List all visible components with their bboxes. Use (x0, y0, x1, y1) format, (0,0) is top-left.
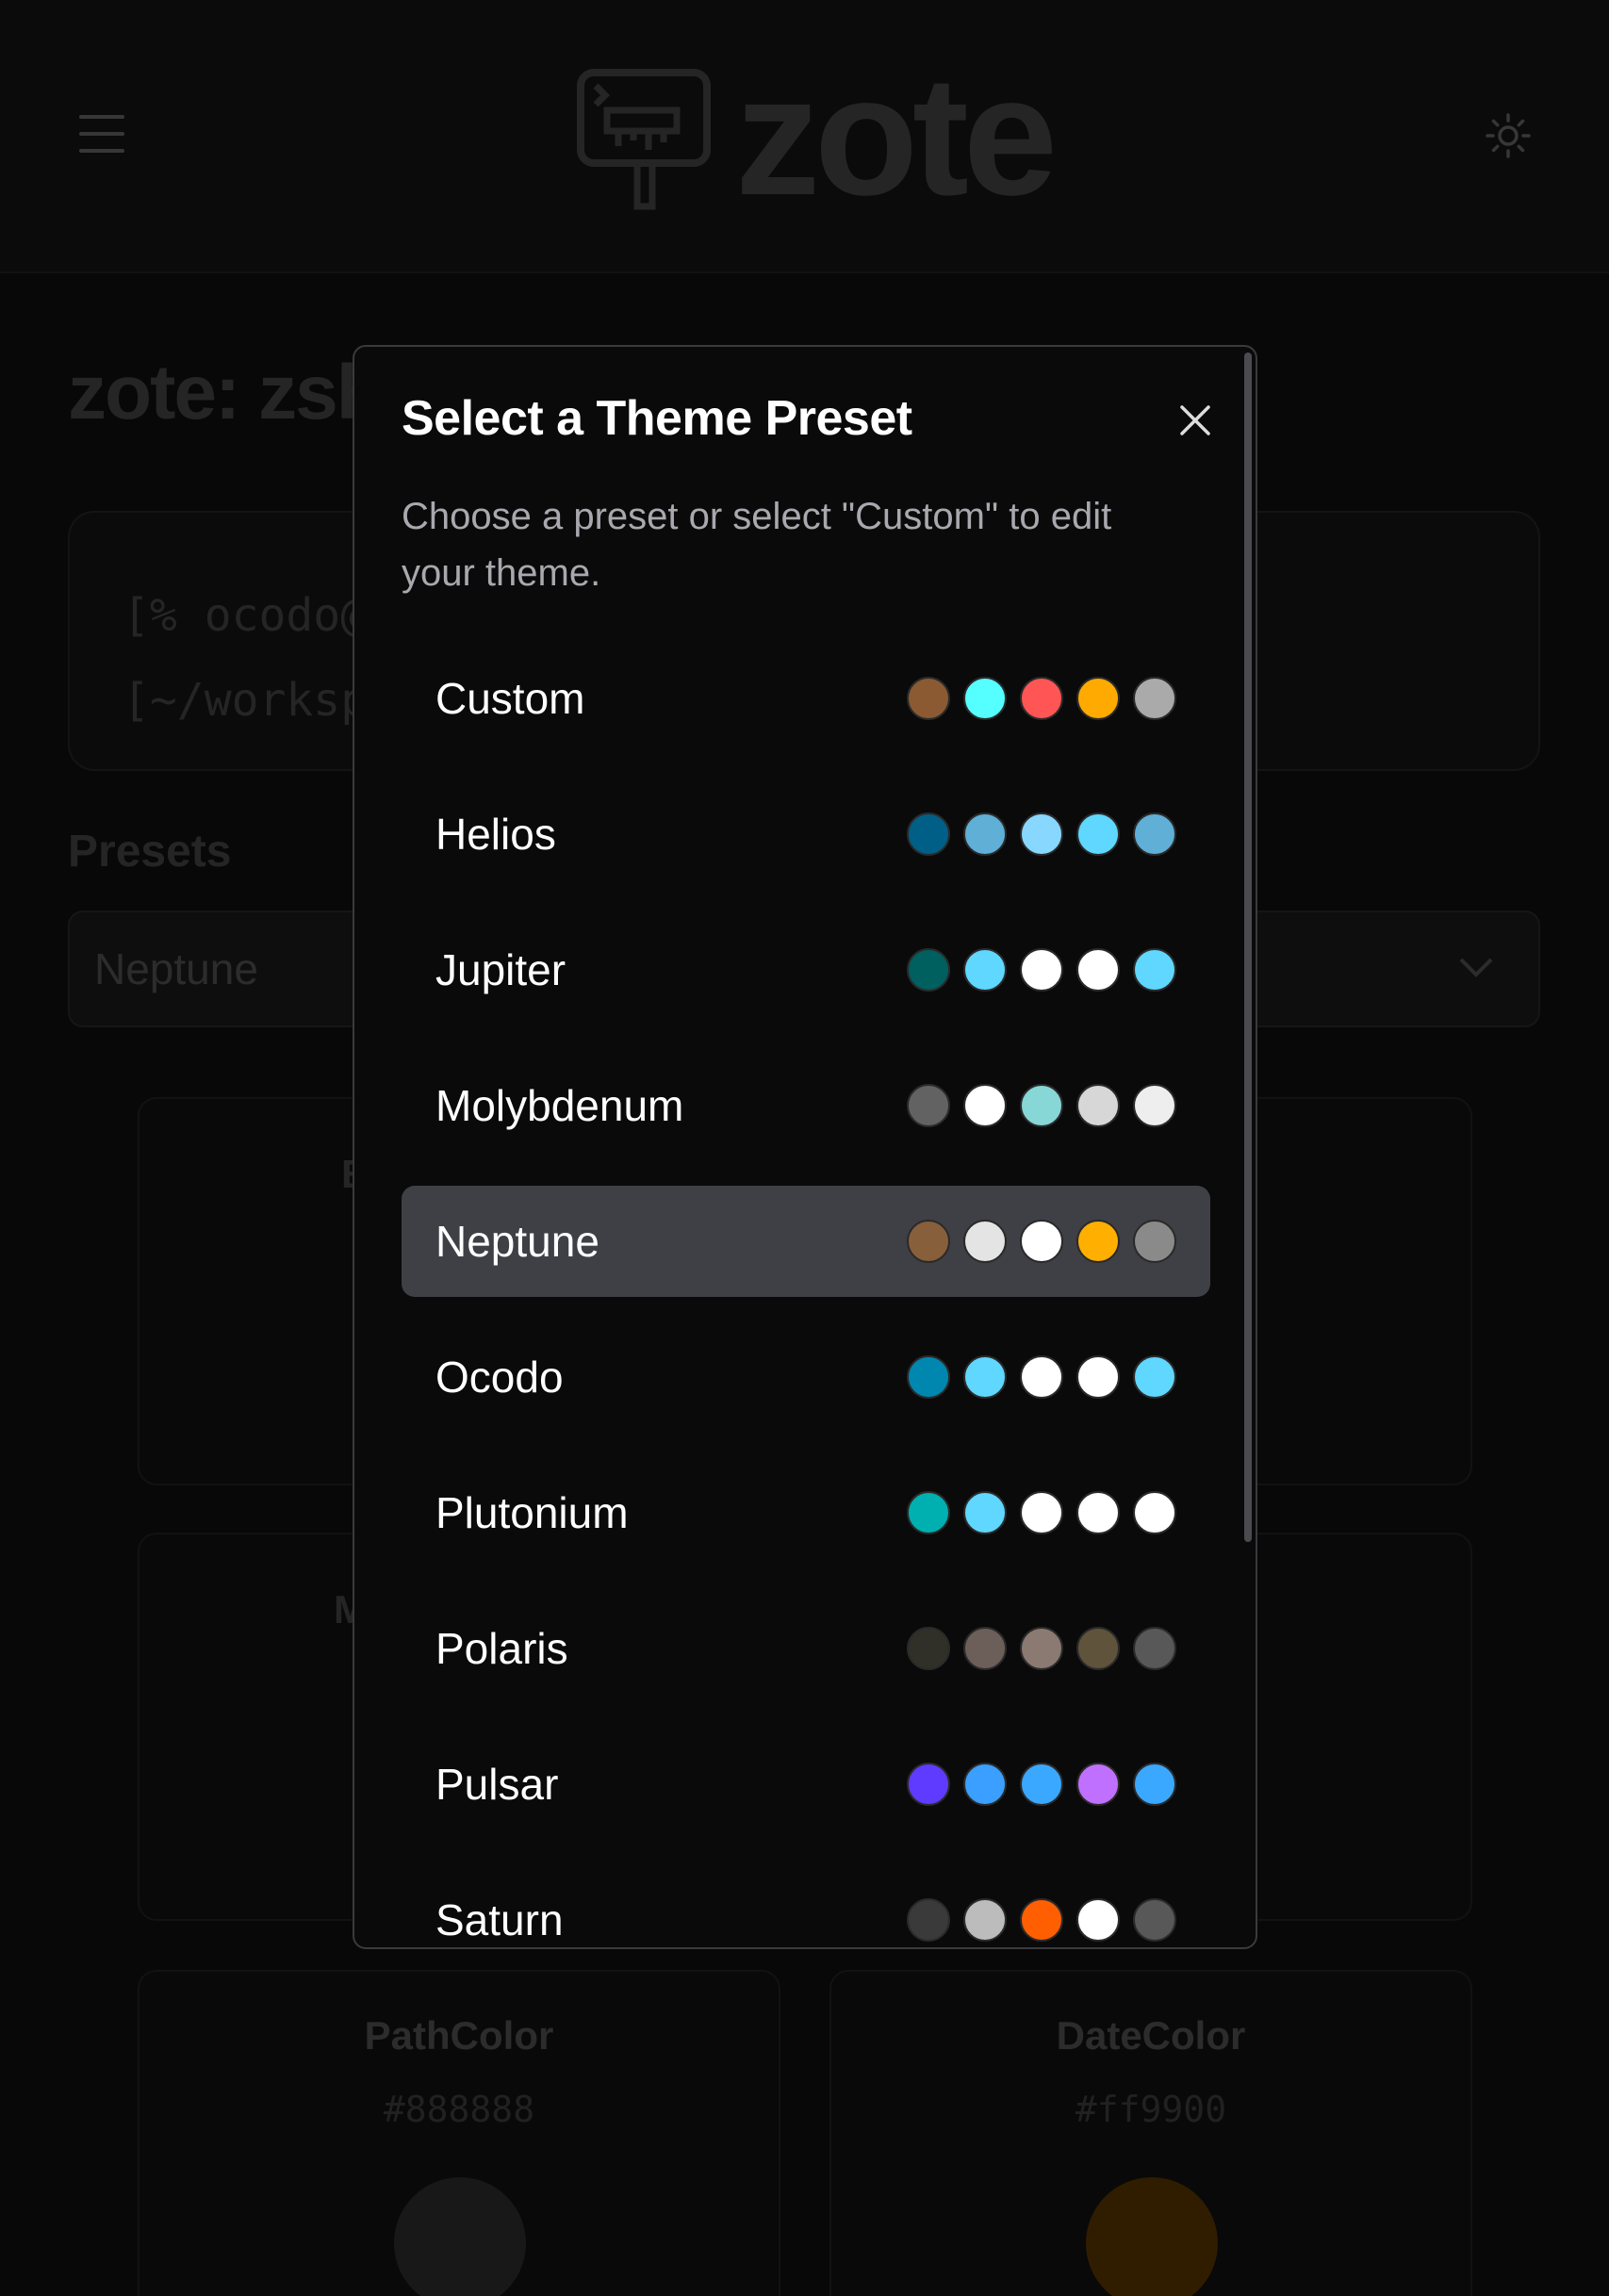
color-swatch-dot (907, 677, 950, 720)
preset-name: Plutonium (435, 1488, 629, 1537)
close-icon[interactable] (1173, 398, 1218, 443)
color-swatch-dot (1076, 1763, 1120, 1806)
color-swatch-dot (1020, 1763, 1063, 1806)
color-swatch-dot (907, 1898, 950, 1942)
preset-swatches (907, 948, 1176, 992)
color-swatch-dot (1076, 1898, 1120, 1942)
preset-option-ocodo[interactable]: Ocodo (402, 1321, 1210, 1433)
preset-swatches (907, 1084, 1176, 1127)
color-swatch-dot (1133, 1355, 1176, 1399)
color-swatch-dot (1020, 1491, 1063, 1534)
color-swatch-dot (1133, 1491, 1176, 1534)
preset-name: Custom (435, 674, 585, 723)
preset-list: Custom Helios Jupiter Molybdenum Neptune Ocod… (402, 643, 1210, 1947)
color-swatch-dot (1076, 1355, 1120, 1399)
preset-option-polaris[interactable]: Polaris (402, 1593, 1210, 1704)
preset-name: Neptune (435, 1217, 599, 1266)
preset-name: Jupiter (435, 945, 566, 994)
color-swatch-dot (1133, 677, 1176, 720)
color-swatch-dot (963, 1084, 1007, 1127)
preset-option-custom[interactable]: Custom (402, 643, 1210, 754)
color-swatch-dot (907, 1355, 950, 1399)
preset-option-saturn[interactable]: Saturn (402, 1864, 1210, 1947)
color-swatch-dot (1020, 1627, 1063, 1670)
color-swatch-dot (1076, 948, 1120, 992)
preset-swatches (907, 1491, 1176, 1534)
color-swatch-dot (963, 812, 1007, 856)
preset-option-molybdenum[interactable]: Molybdenum (402, 1050, 1210, 1161)
color-swatch-dot (1076, 1220, 1120, 1263)
color-swatch-dot (1020, 812, 1063, 856)
preset-swatches (907, 1627, 1176, 1670)
color-swatch-dot (963, 1355, 1007, 1399)
modal-description: Choose a preset or select "Custom" to ed… (402, 496, 1112, 594)
preset-name: Helios (435, 810, 556, 859)
color-swatch-dot (1076, 1491, 1120, 1534)
preset-name: Saturn (435, 1895, 564, 1944)
color-swatch-dot (963, 1220, 1007, 1263)
preset-name: Pulsar (435, 1760, 559, 1809)
preset-option-pulsar[interactable]: Pulsar (402, 1729, 1210, 1840)
preset-name: Polaris (435, 1624, 568, 1673)
preset-option-jupiter[interactable]: Jupiter (402, 914, 1210, 1025)
color-swatch-dot (963, 677, 1007, 720)
color-swatch-dot (907, 1491, 950, 1534)
modal-title: Select a Theme Preset (402, 391, 912, 446)
color-swatch-dot (1020, 1898, 1063, 1942)
color-swatch-dot (1133, 812, 1176, 856)
theme-preset-modal: Select a Theme Preset Choose a preset or… (353, 345, 1257, 1949)
modal-scrollbar[interactable] (1244, 353, 1252, 1542)
preset-swatches (907, 677, 1176, 720)
color-swatch-dot (963, 1898, 1007, 1942)
color-swatch-dot (1133, 1763, 1176, 1806)
page: zote zote: zsh theme editor [% ocodo@hos… (0, 0, 1609, 2296)
color-swatch-dot (1020, 1355, 1063, 1399)
color-swatch-dot (1133, 948, 1176, 992)
color-swatch-dot (907, 948, 950, 992)
color-swatch-dot (1076, 1627, 1120, 1670)
preset-name: Ocodo (435, 1353, 564, 1402)
color-swatch-dot (963, 1763, 1007, 1806)
color-swatch-dot (963, 1627, 1007, 1670)
preset-option-neptune[interactable]: Neptune (402, 1186, 1210, 1297)
preset-swatches (907, 1763, 1176, 1806)
color-swatch-dot (1020, 1084, 1063, 1127)
preset-option-plutonium[interactable]: Plutonium (402, 1457, 1210, 1568)
color-swatch-dot (1133, 1220, 1176, 1263)
color-swatch-dot (907, 812, 950, 856)
preset-swatches (907, 1220, 1176, 1263)
color-swatch-dot (907, 1627, 950, 1670)
color-swatch-dot (1133, 1627, 1176, 1670)
color-swatch-dot (1133, 1898, 1176, 1942)
color-swatch-dot (1020, 1220, 1063, 1263)
color-swatch-dot (1076, 812, 1120, 856)
preset-swatches (907, 1898, 1176, 1942)
color-swatch-dot (907, 1220, 950, 1263)
preset-swatches (907, 812, 1176, 856)
color-swatch-dot (907, 1084, 950, 1127)
color-swatch-dot (907, 1763, 950, 1806)
color-swatch-dot (1076, 677, 1120, 720)
color-swatch-dot (963, 948, 1007, 992)
color-swatch-dot (1076, 1084, 1120, 1127)
color-swatch-dot (1020, 677, 1063, 720)
preset-option-helios[interactable]: Helios (402, 779, 1210, 890)
preset-swatches (907, 1355, 1176, 1399)
preset-name: Molybdenum (435, 1081, 684, 1130)
color-swatch-dot (1133, 1084, 1176, 1127)
color-swatch-dot (1020, 948, 1063, 992)
color-swatch-dot (963, 1491, 1007, 1534)
